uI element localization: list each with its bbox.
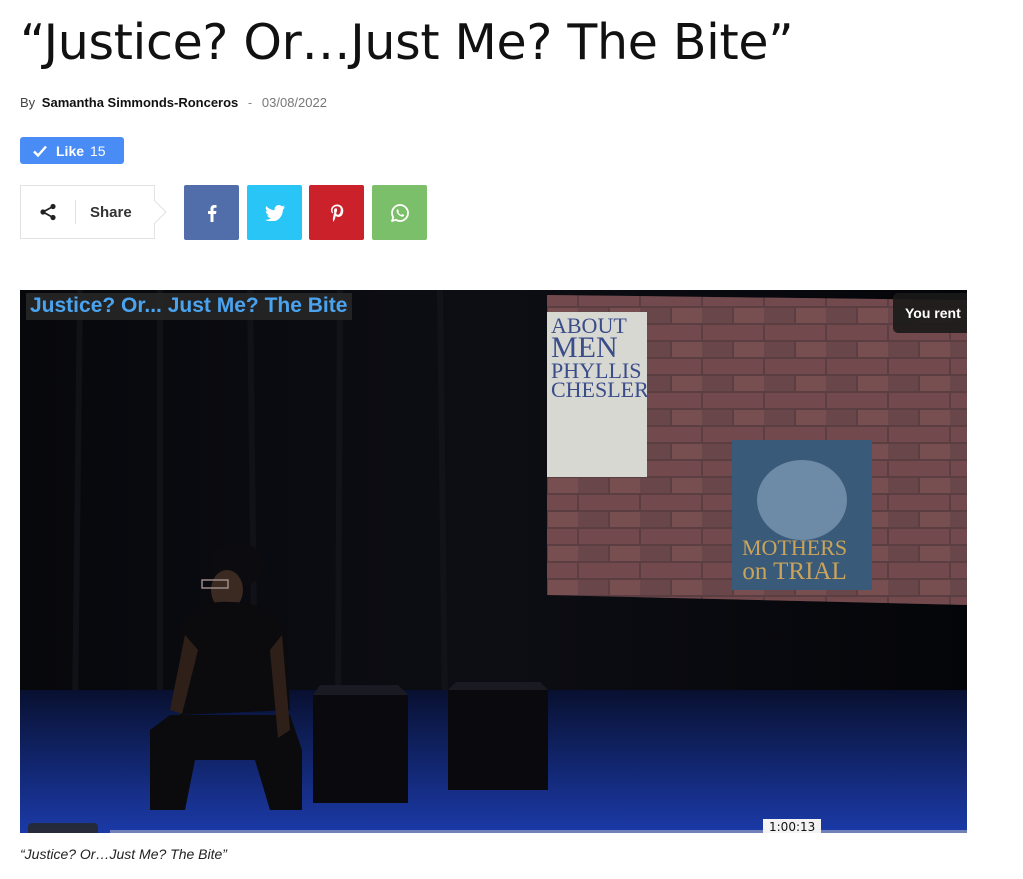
book1-line4: CHESLER [551, 377, 649, 402]
meta-separator: - [247, 95, 253, 110]
video-player[interactable]: ABOUT MEN PHYLLIS CHESLER MOTHERS on TRI… [20, 290, 967, 833]
pinterest-share-button[interactable] [309, 185, 364, 240]
by-label: By [20, 95, 36, 110]
like-button[interactable]: Like 15 [20, 137, 124, 164]
share-arrow-icon [154, 200, 167, 224]
twitter-share-button[interactable] [247, 185, 302, 240]
like-count: 15 [90, 142, 106, 159]
article-meta: By Samantha Simmonds-Ronceros - 03/08/20… [20, 95, 327, 110]
share-button[interactable]: Share [20, 185, 155, 239]
share-label: Share [90, 203, 132, 221]
progress-bar[interactable] [110, 830, 967, 833]
article-title: “Justice? Or…Just Me? The Bite” [20, 14, 794, 71]
check-icon [33, 145, 47, 157]
pinterest-icon [330, 204, 343, 222]
rent-badge[interactable]: You rent [893, 293, 967, 333]
video-caption: “Justice? Or…Just Me? The Bite” [20, 846, 227, 862]
book2-line2: on TRIAL [742, 558, 847, 585]
projected-book-mothers-on-trial: MOTHERS on TRIAL [742, 535, 848, 585]
publish-date: 03/08/2022 [261, 95, 327, 110]
book2-line1: MOTHERS [742, 535, 848, 560]
author-link[interactable]: Samantha Simmonds-Ronceros [42, 95, 239, 110]
video-title-overlay[interactable]: Justice? Or... Just Me? The Bite [26, 293, 353, 320]
whatsapp-icon [390, 203, 409, 222]
whatsapp-share-button[interactable] [372, 185, 427, 240]
share-icon [21, 186, 75, 238]
twitter-icon [264, 204, 285, 221]
like-label: Like [56, 142, 85, 159]
projected-book-about-men: ABOUT MEN PHYLLIS CHESLER [551, 315, 649, 402]
facebook-share-button[interactable] [184, 185, 239, 240]
facebook-icon [207, 204, 216, 222]
play-button[interactable] [28, 823, 98, 833]
video-duration: 1:00:13 [763, 819, 822, 833]
